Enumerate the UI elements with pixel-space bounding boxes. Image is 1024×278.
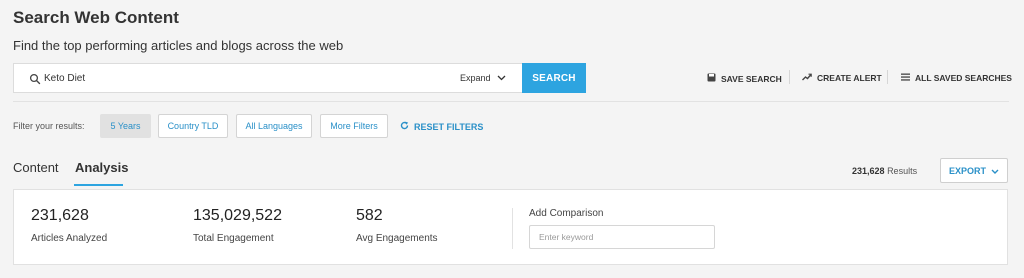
reset-filters-label: RESET FILTERS <box>414 121 484 132</box>
results-number: 231,628 <box>852 166 885 176</box>
stats-card: 231,628 Articles Analyzed 135,029,522 To… <box>13 189 1008 265</box>
refresh-icon <box>400 121 409 132</box>
add-comparison-label: Add Comparison <box>529 208 604 219</box>
toolbar-divider <box>789 70 790 84</box>
stat-label-articles: Articles Analyzed <box>31 233 108 244</box>
save-search-button[interactable]: SAVE SEARCH <box>707 73 782 84</box>
save-icon <box>707 73 716 84</box>
chevron-down-icon <box>497 73 506 83</box>
export-label: EXPORT <box>948 165 986 176</box>
results-label: Results <box>887 166 918 176</box>
active-tab-indicator <box>74 184 123 186</box>
card-divider <box>512 208 513 249</box>
stat-value-avg: 582 <box>356 207 383 224</box>
reset-filters-button[interactable]: RESET FILTERS <box>400 121 483 132</box>
stat-value-engagement: 135,029,522 <box>193 207 282 224</box>
search-icon <box>29 72 41 85</box>
tab-content[interactable]: Content <box>13 160 59 175</box>
search-button[interactable]: SEARCH <box>522 63 586 93</box>
filter-label: Filter your results: <box>13 121 85 131</box>
export-button[interactable]: EXPORT <box>940 158 1008 183</box>
expand-dropdown[interactable]: Expand <box>460 73 506 83</box>
expand-label: Expand <box>460 73 491 83</box>
trend-icon <box>802 73 812 83</box>
menu-icon <box>901 73 910 83</box>
create-alert-label: CREATE ALERT <box>817 73 882 83</box>
all-saved-searches-label: ALL SAVED SEARCHES <box>915 73 1012 83</box>
stat-label-avg: Avg Engagements <box>356 233 438 244</box>
page-title: Search Web Content <box>13 8 179 27</box>
divider <box>13 101 1009 102</box>
page-subtitle: Find the top performing articles and blo… <box>13 38 344 53</box>
stat-value-articles: 231,628 <box>31 207 89 224</box>
stat-label-engagement: Total Engagement <box>193 233 274 244</box>
filter-chip-more-filters[interactable]: More Filters <box>320 114 388 138</box>
search-input[interactable] <box>44 68 424 88</box>
create-alert-button[interactable]: CREATE ALERT <box>802 73 882 83</box>
filter-chip-5-years[interactable]: 5 Years <box>100 114 151 138</box>
toolbar-divider <box>887 70 888 84</box>
filter-chip-all-languages[interactable]: All Languages <box>236 114 312 138</box>
search-bar: Expand <box>13 63 522 93</box>
chevron-down-icon <box>991 166 999 176</box>
filter-chip-country-tld[interactable]: Country TLD <box>158 114 228 138</box>
comparison-keyword-input[interactable] <box>529 225 715 249</box>
save-search-label: SAVE SEARCH <box>721 73 782 84</box>
all-saved-searches-button[interactable]: ALL SAVED SEARCHES <box>901 73 1012 83</box>
results-count: 231,628 Results <box>852 166 917 176</box>
tab-analysis[interactable]: Analysis <box>75 160 128 175</box>
